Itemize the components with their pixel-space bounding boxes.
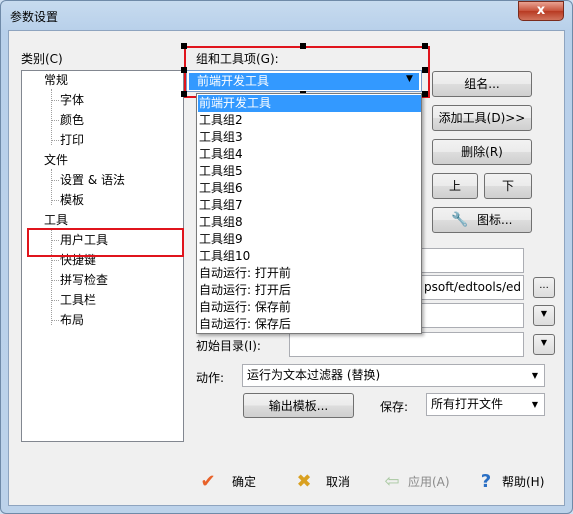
ok-button-label: 确定 — [232, 475, 257, 489]
group-option[interactable]: 自动运行: 保存前 — [198, 299, 421, 316]
help-button[interactable]: ? 帮助(H) — [474, 470, 558, 494]
initial-dir-menu-button[interactable]: ▼ — [533, 334, 555, 355]
window-title: 参数设置 — [10, 10, 59, 24]
move-down-button[interactable]: 下 — [484, 173, 532, 199]
tree-item-toolbar[interactable]: 工具栏 — [60, 292, 96, 309]
tree-item-spellcheck[interactable]: 拼写检查 — [60, 272, 108, 289]
command-field[interactable]: psoft/edtools/ed — [420, 275, 524, 300]
menu-text-field[interactable] — [420, 248, 524, 273]
icon-button[interactable]: 🔧 图标... — [432, 207, 532, 233]
apply-button[interactable]: ⇦ 应用(A) — [380, 470, 464, 494]
tree-item-print[interactable]: 打印 — [60, 132, 84, 149]
cancel-button-label: 取消 — [326, 475, 351, 489]
tree-line — [51, 140, 59, 141]
resize-handle — [422, 91, 428, 97]
save-select[interactable]: 所有打开文件 ▼ — [426, 393, 545, 416]
group-option[interactable]: 工具组3 — [198, 129, 421, 146]
tree-item-tools[interactable]: 工具 — [44, 212, 68, 229]
chevron-down-icon: ▼ — [540, 338, 548, 347]
tree-line — [51, 200, 59, 201]
group-option[interactable]: 工具组5 — [198, 163, 421, 180]
tree-line — [51, 300, 59, 301]
apply-button-label: 应用(A) — [408, 475, 450, 489]
output-template-button[interactable]: 输出模板... — [243, 393, 354, 418]
move-up-button[interactable]: 上 — [432, 173, 478, 199]
browse-command-button[interactable]: ... — [533, 277, 555, 298]
group-option[interactable]: 自动运行: 打开后 — [198, 282, 421, 299]
tree-line — [51, 100, 59, 101]
resize-handle — [422, 67, 428, 73]
arguments-menu-button[interactable]: ▼ — [533, 305, 555, 326]
save-select-value: 所有打开文件 — [431, 397, 504, 411]
close-icon: x — [536, 3, 546, 18]
tree-item-font[interactable]: 字体 — [60, 92, 84, 109]
resize-handle — [181, 91, 187, 97]
group-option[interactable]: 前端开发工具 — [198, 95, 421, 112]
resize-handle — [181, 43, 187, 49]
resize-handle — [181, 67, 187, 73]
check-icon: ✔ — [200, 471, 216, 492]
chevron-down-icon: ▼ — [531, 400, 538, 409]
group-option[interactable]: 工具组10 — [198, 248, 421, 265]
wrench-icon: 🔧 — [451, 212, 469, 228]
group-option[interactable]: 工具组8 — [198, 214, 421, 231]
tree-line — [51, 89, 52, 145]
group-option[interactable]: 工具组9 — [198, 231, 421, 248]
ok-button[interactable]: ✔ 确定 — [196, 470, 276, 494]
add-tool-button[interactable]: 添加工具(D)>> — [432, 105, 532, 131]
tree-item-settings-syntax[interactable]: 设置 & 语法 — [60, 172, 125, 189]
group-option[interactable]: 工具组7 — [198, 197, 421, 214]
highlight-frame-user-tools — [27, 228, 184, 257]
group-name-button[interactable]: 组名... — [432, 71, 532, 97]
question-icon: ? — [480, 471, 492, 492]
close-button[interactable]: x — [518, 1, 564, 21]
group-option[interactable]: 自动运行: 保存后 — [198, 316, 421, 333]
tree-item-general[interactable]: 常规 — [44, 72, 68, 89]
resize-handle — [422, 43, 428, 49]
tree-item-file[interactable]: 文件 — [44, 152, 68, 169]
tree-item-layout[interactable]: 布局 — [60, 312, 84, 329]
tree-line — [51, 280, 59, 281]
initial-dir-label: 初始目录(I): — [196, 339, 261, 353]
save-label: 保存: — [380, 400, 409, 414]
tree-item-color[interactable]: 颜色 — [60, 112, 84, 129]
resize-handle — [300, 43, 306, 49]
group-option[interactable]: 工具组4 — [198, 146, 421, 163]
action-label: 动作: — [196, 371, 225, 385]
chevron-down-icon: ▼ — [540, 309, 548, 318]
tree-line — [51, 320, 59, 321]
action-select-value: 运行为文本过滤器 (替换) — [247, 368, 381, 382]
x-icon: ✖ — [296, 471, 312, 492]
category-label: 类别(C) — [21, 52, 63, 66]
cancel-button[interactable]: ✖ 取消 — [292, 470, 372, 494]
group-option[interactable]: 工具组6 — [198, 180, 421, 197]
back-arrow-icon: ⇦ — [384, 471, 400, 492]
tree-line — [51, 260, 59, 261]
tree-line — [51, 120, 59, 121]
icon-button-label: 图标... — [477, 213, 513, 227]
highlight-frame-group-select — [184, 46, 430, 98]
group-option[interactable]: 自动运行: 打开前 — [198, 265, 421, 282]
chevron-down-icon: ▼ — [531, 371, 538, 380]
tree-line — [51, 180, 59, 181]
delete-button[interactable]: 删除(R) — [432, 139, 532, 165]
initial-dir-field[interactable] — [289, 332, 524, 357]
help-button-label: 帮助(H) — [502, 475, 545, 489]
arguments-field[interactable] — [420, 303, 524, 328]
action-select[interactable]: 运行为文本过滤器 (替换) ▼ — [242, 364, 545, 387]
tree-item-template[interactable]: 模板 — [60, 192, 84, 209]
group-option[interactable]: 工具组2 — [198, 112, 421, 129]
